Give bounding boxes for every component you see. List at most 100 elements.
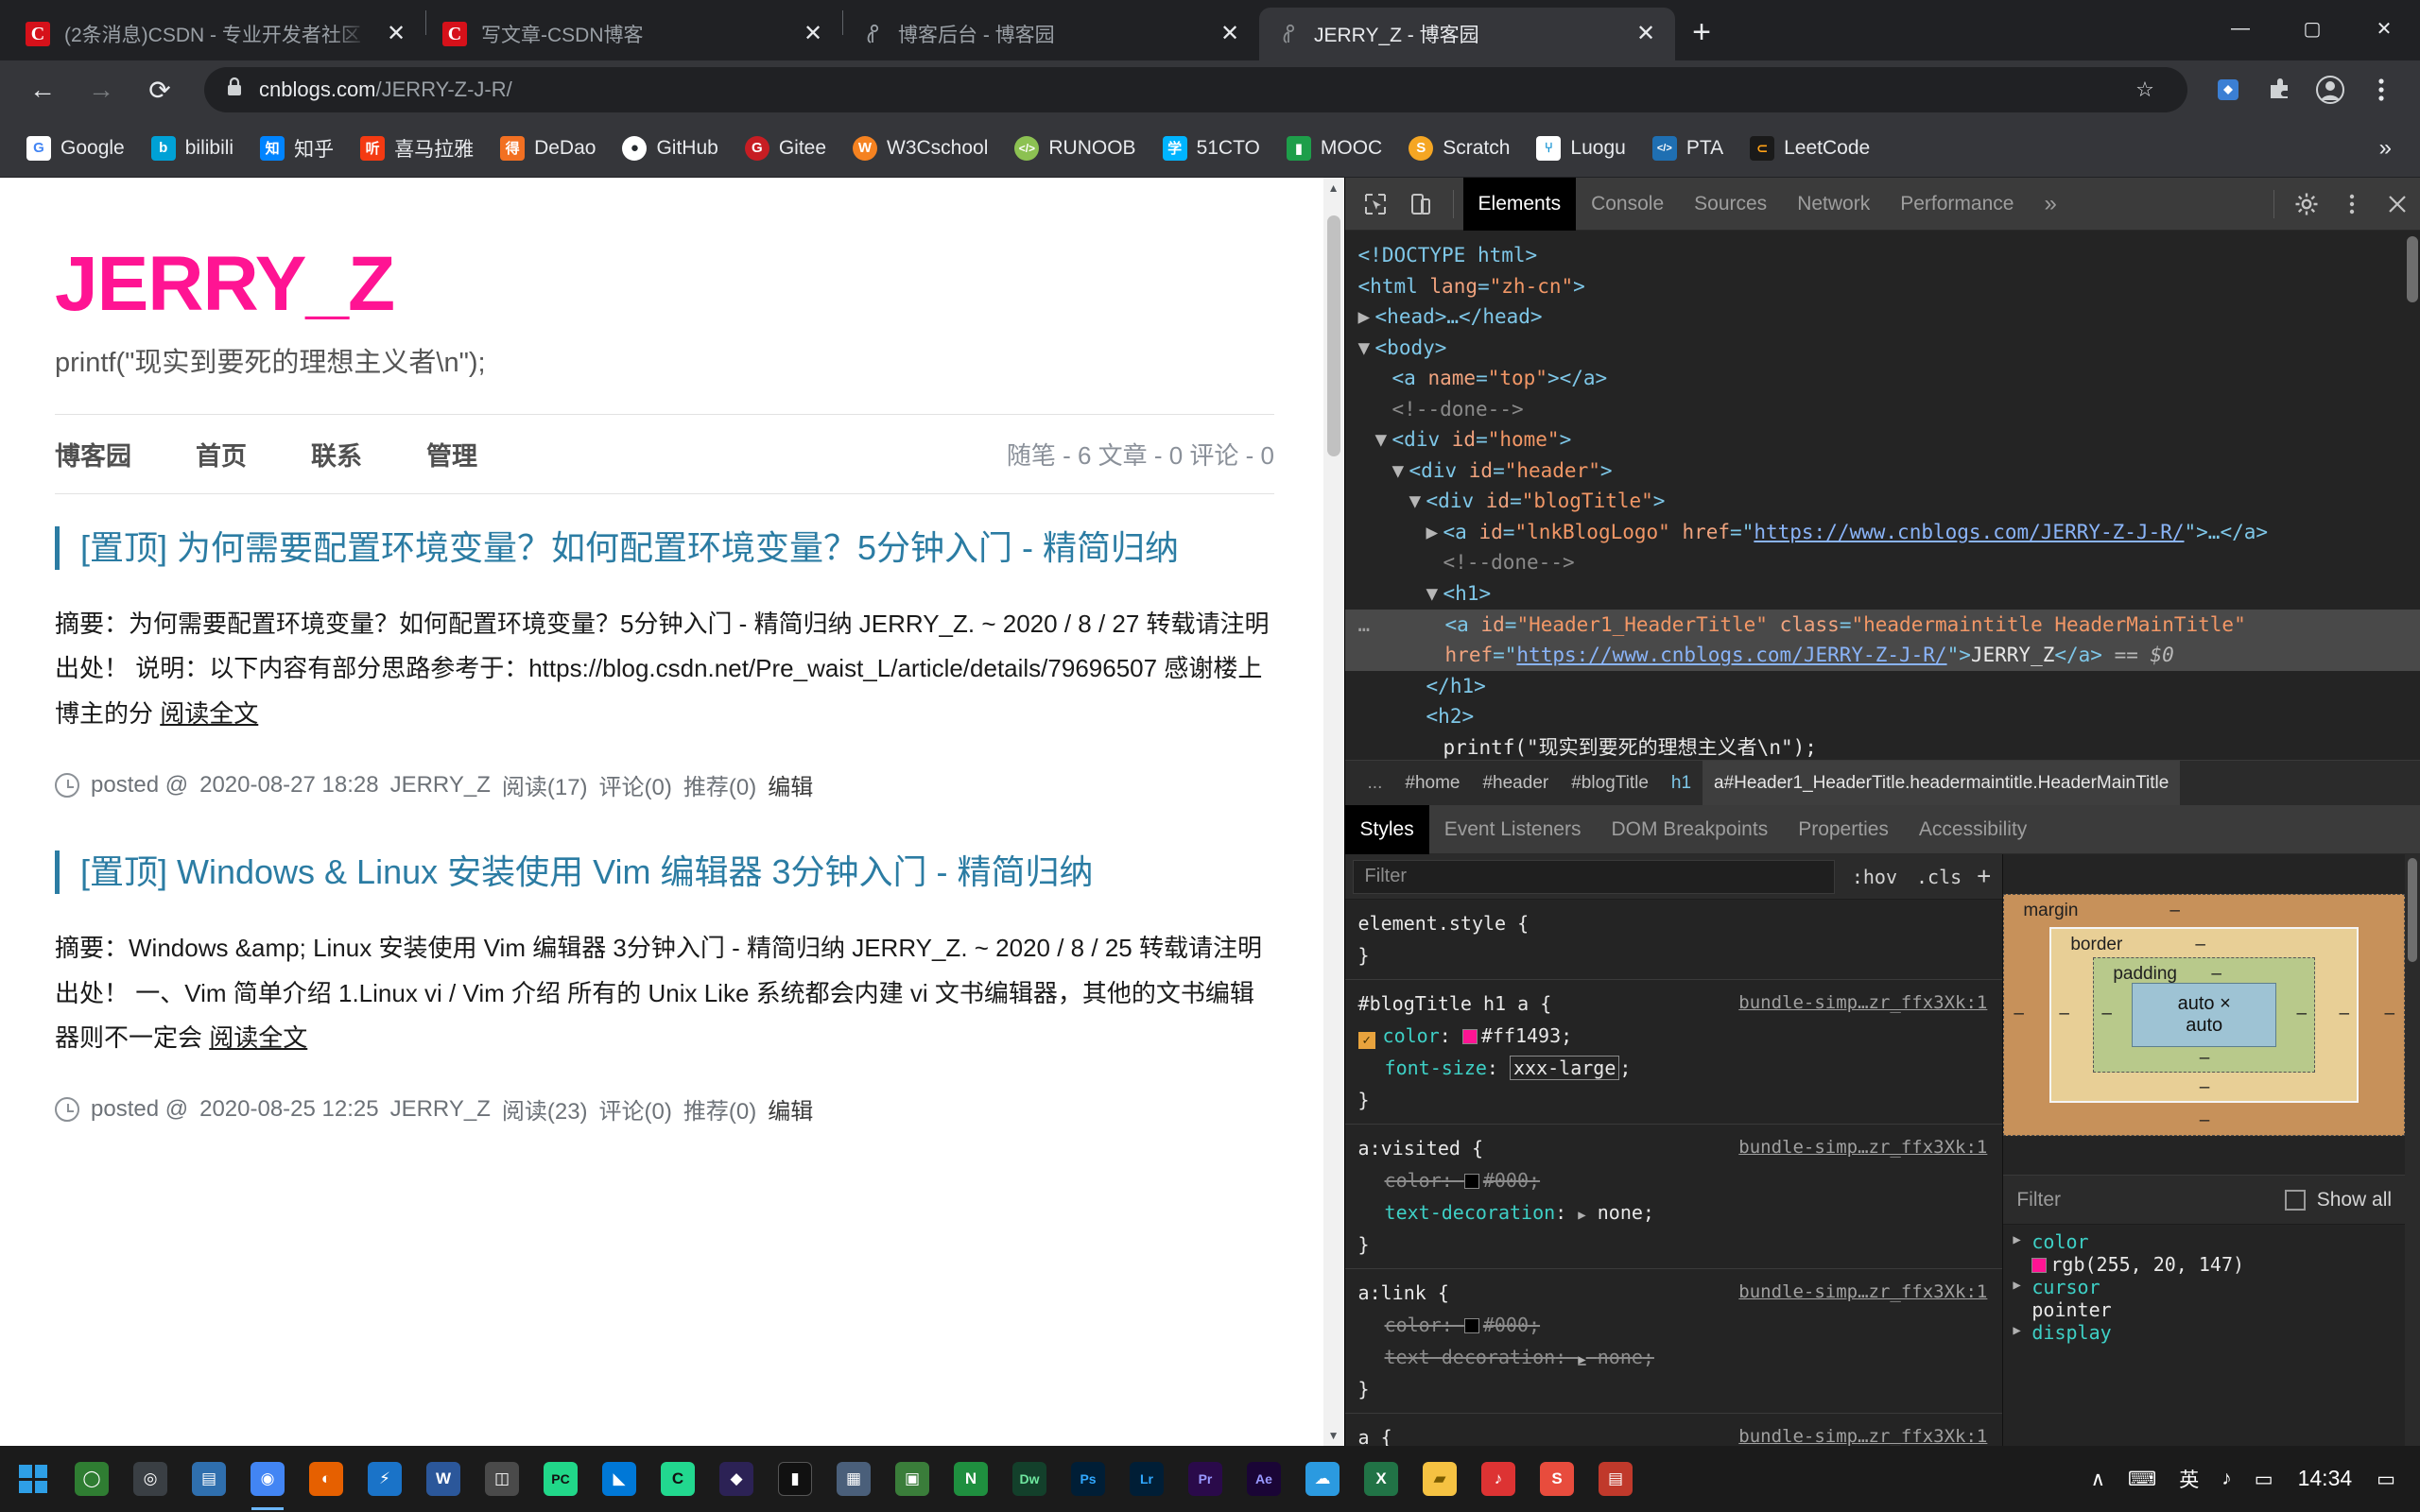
bookmark-scratch[interactable]: SScratch xyxy=(1397,130,1521,166)
post-title[interactable]: [置顶] 为何需要配置环境变量？如何配置环境变量？5分钟入门 - 精简归纳 xyxy=(55,526,1274,570)
taskbar-share-icon[interactable]: S xyxy=(1528,1446,1586,1512)
taskbar-chrome-icon[interactable]: ◉ xyxy=(238,1446,297,1512)
post-edit-link[interactable]: 编辑 xyxy=(768,1092,813,1125)
taskbar-firefox-icon[interactable]: ◐ xyxy=(297,1446,355,1512)
bookmarks-overflow-button[interactable]: » xyxy=(2366,135,2405,162)
bookmark-w3cschool[interactable]: WW3Cschool xyxy=(841,130,999,166)
taskbar-calculator-icon[interactable]: ▦ xyxy=(824,1446,883,1512)
bookmark-github[interactable]: ●GitHub xyxy=(611,130,729,166)
rule-source-link[interactable]: bundle-simp…zr_ffx3Xk:1 xyxy=(1738,1132,1987,1162)
browser-tab-3[interactable]: 博客后台 - 博客园 ✕ xyxy=(843,8,1259,60)
hov-toggle-button[interactable]: :hov xyxy=(1842,866,1907,888)
bookmark-ximalaya[interactable]: 听喜马拉雅 xyxy=(349,129,485,168)
show-all-toggle[interactable]: Show all xyxy=(2285,1189,2392,1211)
taskbar-camera-icon[interactable]: ◫ xyxy=(473,1446,531,1512)
declaration-font-size[interactable]: font-size: xxx-large; xyxy=(1358,1052,2003,1084)
padding-left-value[interactable]: – xyxy=(2101,1004,2112,1024)
maximize-button[interactable]: ▢ xyxy=(2276,0,2348,57)
taskbar-thunder-icon[interactable]: ⚡ xyxy=(355,1446,414,1512)
taskbar-vm-icon[interactable]: ▣ xyxy=(883,1446,942,1512)
margin-bottom-value[interactable]: – xyxy=(2200,1110,2210,1131)
padding-top-value[interactable]: – xyxy=(2211,964,2221,985)
devtools-tab-elements[interactable]: Elements xyxy=(1463,178,1577,231)
address-bar[interactable]: cnblogs.com/JERRY-Z-J-R/ ☆ xyxy=(204,67,2187,112)
bookmark-zhihu[interactable]: 知知乎 xyxy=(249,129,345,168)
browser-tab-1[interactable]: C (2条消息)CSDN - 专业开发者社区 ✕ xyxy=(9,8,425,60)
menu-kebab-icon[interactable] xyxy=(2360,68,2403,112)
dom-line-div-home[interactable]: ▼<div id="home"> xyxy=(1358,424,2420,455)
border-top-value[interactable]: – xyxy=(2195,935,2205,955)
close-icon[interactable]: ✕ xyxy=(799,20,827,48)
devtools-tab-performance[interactable]: Performance xyxy=(1885,178,2029,231)
dom-line-a-lnkbloglogo[interactable]: ▶<a id="lnkBlogLogo" href="https://www.c… xyxy=(1358,517,2420,548)
bookmark-runoob[interactable]: </>RUNOOB xyxy=(1003,130,1147,166)
dom-line-h1[interactable]: ▼<h1> xyxy=(1358,578,2420,610)
taskbar-cortana-icon[interactable]: ◎ xyxy=(121,1446,180,1512)
cls-toggle-button[interactable]: .cls xyxy=(1907,866,1971,888)
a-href-value[interactable]: https://www.cnblogs.com/JERRY-Z-J-R/ xyxy=(1754,521,2184,543)
scroll-down-arrow[interactable]: ▼ xyxy=(1323,1425,1344,1446)
dom-line-div-blogtitle[interactable]: ▼<div id="blogTitle"> xyxy=(1358,486,2420,517)
taskbar-pycharm-icon[interactable]: PC xyxy=(531,1446,590,1512)
declaration-color[interactable]: color: #000; xyxy=(1358,1309,2003,1341)
collapse-caret-icon[interactable]: ▼ xyxy=(1426,578,1443,610)
bookmark-star-icon[interactable]: ☆ xyxy=(2123,68,2167,112)
breadcrumb-item-header[interactable]: #header xyxy=(1471,761,1560,806)
styles-filter-input[interactable]: Filter xyxy=(1353,860,1835,894)
expand-caret-icon[interactable]: ▶ xyxy=(2013,1323,2020,1338)
declaration-value[interactable]: #ff1493 xyxy=(1481,1024,1561,1047)
breadcrumb-item-blogtitle[interactable]: #blogTitle xyxy=(1560,761,1660,806)
browser-tab-2[interactable]: C 写文章-CSDN博客 ✕ xyxy=(426,8,842,60)
close-icon[interactable]: ✕ xyxy=(1216,20,1244,48)
dom-line-anchor-top[interactable]: <a name="top"></a> xyxy=(1358,363,2420,394)
style-rule-a[interactable]: bundle-simp…zr_ffx3Xk:1 a { outline: ▶ n… xyxy=(1345,1414,2003,1446)
declaration-text-decoration[interactable]: text-decoration: ▶ none; xyxy=(1358,1196,2003,1228)
devtools-tab-network[interactable]: Network xyxy=(1782,178,1885,231)
rule-source-link[interactable]: bundle-simp…zr_ffx3Xk:1 xyxy=(1738,1421,1987,1446)
declaration-value-editor[interactable]: xxx-large xyxy=(1510,1056,1619,1080)
declaration-color[interactable]: color: #000; xyxy=(1358,1164,2003,1196)
page-scrollbar[interactable]: ▲ ▼ xyxy=(1323,178,1344,1446)
taskbar-word-icon[interactable]: W xyxy=(414,1446,473,1512)
collapse-caret-icon[interactable]: ▼ xyxy=(1409,486,1426,517)
read-more-link[interactable]: 阅读全文 xyxy=(209,1023,307,1052)
windows-start-icon[interactable] xyxy=(4,1446,62,1512)
taskbar-wps-icon[interactable]: ▤ xyxy=(1586,1446,1645,1512)
taskbar-navicat-icon[interactable]: N xyxy=(942,1446,1000,1512)
dom-line-body[interactable]: ▼<body> xyxy=(1358,333,2420,364)
expand-caret-icon[interactable]: ▶ xyxy=(1578,1208,1585,1223)
rule-source-link[interactable]: bundle-simp…zr_ffx3Xk:1 xyxy=(1738,988,1987,1018)
border-right-value[interactable]: – xyxy=(2340,1004,2350,1024)
padding-right-value[interactable]: – xyxy=(2297,1004,2308,1024)
computed-prop-cursor[interactable]: ▶cursor xyxy=(2003,1276,2405,1298)
style-rule-a-link[interactable]: bundle-simp…zr_ffx3Xk:1 a:link { color: … xyxy=(1345,1269,2003,1414)
dom-line-html[interactable]: <html lang="zh-cn"> xyxy=(1358,271,2420,302)
tray-network-icon[interactable]: ▭ xyxy=(2243,1468,2285,1491)
menu-kebab-icon[interactable] xyxy=(2329,181,2375,227)
bookmark-mooc[interactable]: ▮MOOC xyxy=(1275,130,1393,166)
taskbar-lightroom-icon[interactable]: Lr xyxy=(1117,1446,1176,1512)
expand-caret-icon[interactable]: ▶ xyxy=(1578,1352,1585,1367)
tray-overflow-icon[interactable]: ∧ xyxy=(2080,1468,2117,1491)
dom-line-div-header[interactable]: ▼<div id="header"> xyxy=(1358,455,2420,487)
tray-volume-icon[interactable]: ♪ xyxy=(2210,1468,2243,1490)
a-href-value[interactable]: https://www.cnblogs.com/JERRY-Z-J-R/ xyxy=(1516,644,1946,666)
sidebar-tab-event-listeners[interactable]: Event Listeners xyxy=(1429,805,1597,854)
taskbar-music-icon[interactable]: ♪ xyxy=(1469,1446,1528,1512)
margin-right-value[interactable]: – xyxy=(2385,1004,2395,1024)
computed-filter-input[interactable]: Filter xyxy=(2016,1189,2061,1211)
declaration-checkbox[interactable]: ✓ xyxy=(1358,1032,1375,1049)
bookmark-51cto[interactable]: 学51CTO xyxy=(1151,130,1271,166)
bookmark-pta[interactable]: </>PTA xyxy=(1641,130,1735,166)
declaration-value[interactable]: none xyxy=(1598,1201,1643,1224)
rule-source-link[interactable]: bundle-simp…zr_ffx3Xk:1 xyxy=(1738,1277,1987,1307)
collapse-caret-icon[interactable]: ▼ xyxy=(1375,424,1392,455)
blog-title[interactable]: JERRY_Z xyxy=(0,244,1329,325)
taskbar-premiere-icon[interactable]: Pr xyxy=(1176,1446,1235,1512)
margin-top-value[interactable]: – xyxy=(2169,901,2180,921)
read-more-link[interactable]: 阅读全文 xyxy=(160,699,258,728)
taskbar-excel-icon[interactable]: X xyxy=(1352,1446,1410,1512)
computed-prop-display[interactable]: ▶display xyxy=(2003,1321,2405,1344)
show-all-checkbox[interactable] xyxy=(2285,1190,2306,1211)
box-model-content[interactable]: auto × auto xyxy=(2132,983,2276,1047)
